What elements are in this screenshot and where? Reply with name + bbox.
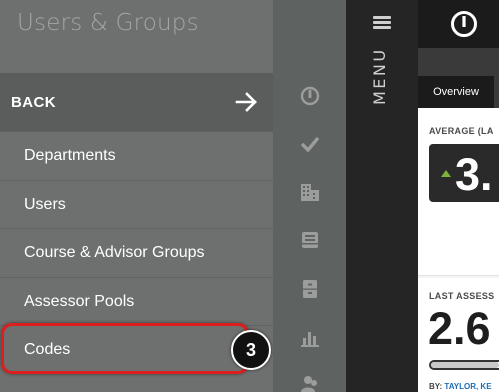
last-assessment-label: LAST ASSESS bbox=[429, 291, 495, 301]
menu-bar[interactable]: MENU bbox=[346, 0, 418, 392]
codes-highlight-box bbox=[1, 323, 249, 374]
building-icon[interactable] bbox=[300, 182, 320, 202]
last-assessment-card: LAST ASSESS 2.6 BY: TAYLOR, KE bbox=[418, 278, 499, 392]
menu-item-label: Users bbox=[24, 196, 66, 213]
last-assessment-progress bbox=[429, 360, 499, 370]
menu-label[interactable]: MENU bbox=[370, 47, 389, 105]
icon-rail bbox=[273, 0, 346, 392]
assessor-name-link[interactable]: TAYLOR, KE bbox=[444, 382, 491, 391]
menu-item-assessor-pools[interactable]: Assessor Pools bbox=[0, 277, 273, 326]
step-number-badge: 3 bbox=[231, 330, 271, 370]
menu-item-departments[interactable]: Departments bbox=[0, 131, 273, 180]
tab-overview[interactable]: Overview bbox=[418, 76, 494, 108]
last-assessment-score: 2.6 bbox=[428, 303, 491, 354]
dashboard-content: AVERAGE (LA 3. LAST ASSESS 2.6 BY: TAYLO… bbox=[418, 108, 499, 392]
tab-bar: Overview bbox=[418, 48, 499, 108]
menu-item-course-advisor-groups[interactable]: Course & Advisor Groups bbox=[0, 228, 273, 277]
top-bar bbox=[418, 0, 499, 48]
inbox-tray-icon[interactable] bbox=[300, 230, 320, 250]
trend-up-icon bbox=[441, 170, 451, 177]
average-score-box: 3. bbox=[429, 144, 499, 202]
by-prefix: BY: bbox=[429, 382, 443, 391]
average-card: AVERAGE (LA 3. bbox=[418, 108, 499, 276]
arrow-right-icon bbox=[235, 92, 257, 112]
average-score-value: 3. bbox=[455, 149, 493, 200]
people-icon[interactable] bbox=[300, 374, 320, 392]
menu-item-label: Departments bbox=[24, 147, 116, 164]
hamburger-icon[interactable] bbox=[373, 16, 391, 30]
assessed-by-line: BY: TAYLOR, KE bbox=[429, 382, 492, 391]
panel-title: Users & Groups bbox=[17, 10, 199, 36]
gauge-logo-icon[interactable] bbox=[450, 10, 478, 38]
menu-item-users[interactable]: Users bbox=[0, 180, 273, 229]
dashboard-gauge-icon[interactable] bbox=[300, 86, 320, 106]
back-label: BACK bbox=[11, 93, 56, 111]
file-cabinet-icon[interactable] bbox=[300, 279, 320, 299]
back-button[interactable]: BACK bbox=[0, 73, 273, 131]
checkmark-icon[interactable] bbox=[300, 134, 320, 154]
menu-item-label: Assessor Pools bbox=[24, 293, 135, 310]
menu-item-label: Course & Advisor Groups bbox=[24, 244, 205, 261]
bar-chart-icon[interactable] bbox=[300, 328, 320, 348]
progress-fill bbox=[431, 362, 499, 368]
average-card-label: AVERAGE (LA bbox=[429, 126, 494, 136]
